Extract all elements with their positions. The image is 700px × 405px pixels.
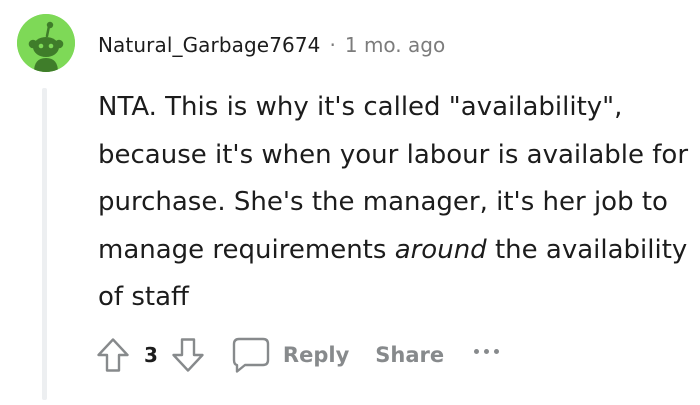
downvote-button[interactable] [171,337,205,373]
share-button[interactable]: Share [375,343,444,367]
timestamp[interactable]: 1 mo. ago [345,33,445,57]
more-dot [494,348,500,354]
snoo-avatar-icon [17,14,75,72]
more-options-icon[interactable] [474,348,500,354]
comment-bubble-icon [232,337,270,373]
upvote-button[interactable] [96,337,130,373]
downvote-arrow-icon [172,338,204,372]
comment-text-emphasis: around [394,234,487,265]
meta-separator: · [329,33,336,57]
upvote-arrow-icon [97,338,129,372]
comment-header: Natural_Garbage7674 · 1 mo. ago [98,31,445,59]
reply-button[interactable]: Reply [231,336,349,374]
comment-body: NTA. This is why it's called "availabili… [98,84,693,322]
comment-card: Natural_Garbage7674 · 1 mo. ago NTA. Thi… [0,0,700,405]
more-dot [484,348,490,354]
user-avatar[interactable] [17,14,75,72]
reply-label: Reply [282,343,350,367]
thread-line[interactable] [42,88,47,400]
comment-actions: 3 Reply Share [96,333,500,377]
more-dot [474,348,480,354]
vote-count: 3 [144,343,158,367]
username[interactable]: Natural_Garbage7674 [98,33,321,57]
